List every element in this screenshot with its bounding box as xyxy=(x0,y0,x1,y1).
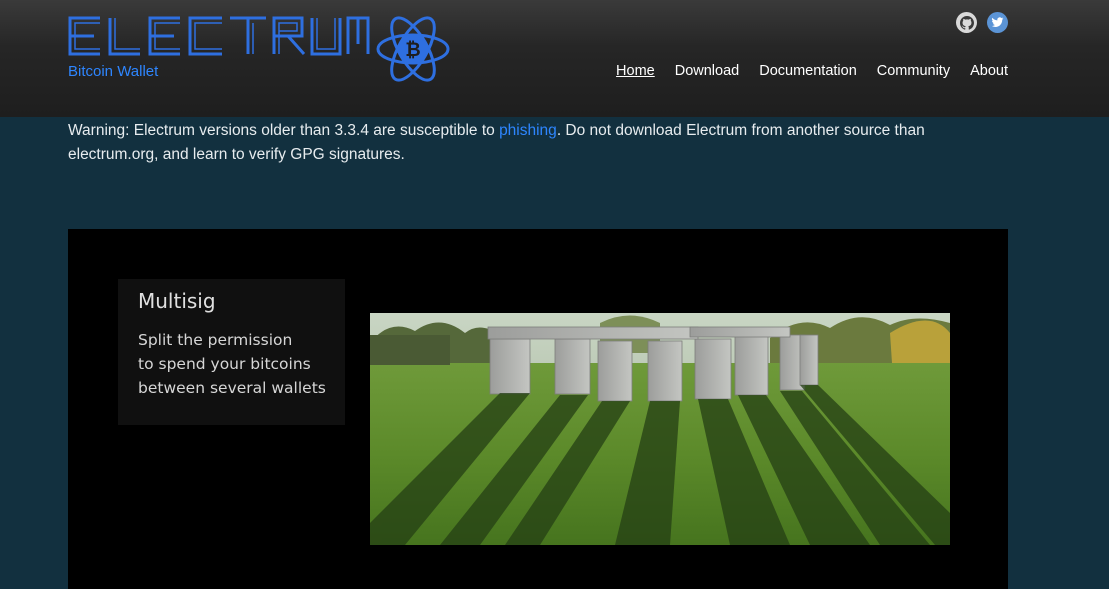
twitter-button[interactable] xyxy=(987,12,1008,33)
warning-text-start: Warning: Electrum versions older than 3.… xyxy=(68,122,500,139)
svg-text:₿: ₿ xyxy=(405,39,420,61)
main-nav: Home Download Documentation Community Ab… xyxy=(616,63,1008,79)
nav-documentation[interactable]: Documentation xyxy=(759,63,857,79)
brand-tagline: Bitcoin Wallet xyxy=(68,63,159,80)
phishing-warning: Warning: Electrum versions older than 3.… xyxy=(68,119,988,167)
github-icon xyxy=(959,15,974,30)
phishing-link[interactable]: phishing xyxy=(499,122,557,139)
feature-slider: Multisig Split the permission to spend y… xyxy=(68,229,1008,589)
site-header: ₿ Bitcoin Wallet Home Download Documenta… xyxy=(0,0,1109,117)
electrum-wordmark xyxy=(68,16,370,56)
social-links xyxy=(956,12,1008,33)
feature-description: Split the permission to spend your bitco… xyxy=(138,328,326,400)
feature-line: to spend your bitcoins xyxy=(138,355,311,373)
nav-community[interactable]: Community xyxy=(877,63,950,79)
nav-about[interactable]: About xyxy=(970,63,1008,79)
bitcoin-atom-icon: ₿ xyxy=(376,16,450,82)
stone-circle-image xyxy=(370,313,950,545)
nav-home[interactable]: Home xyxy=(616,63,655,79)
feature-line: Split the permission xyxy=(138,331,293,349)
feature-title: Multisig xyxy=(138,289,216,313)
feature-photo xyxy=(370,313,950,545)
feature-caption: Multisig Split the permission to spend y… xyxy=(118,279,345,425)
nav-download[interactable]: Download xyxy=(675,63,740,79)
twitter-icon xyxy=(991,17,1004,27)
feature-line: between several wallets xyxy=(138,379,326,397)
github-button[interactable] xyxy=(956,12,977,33)
